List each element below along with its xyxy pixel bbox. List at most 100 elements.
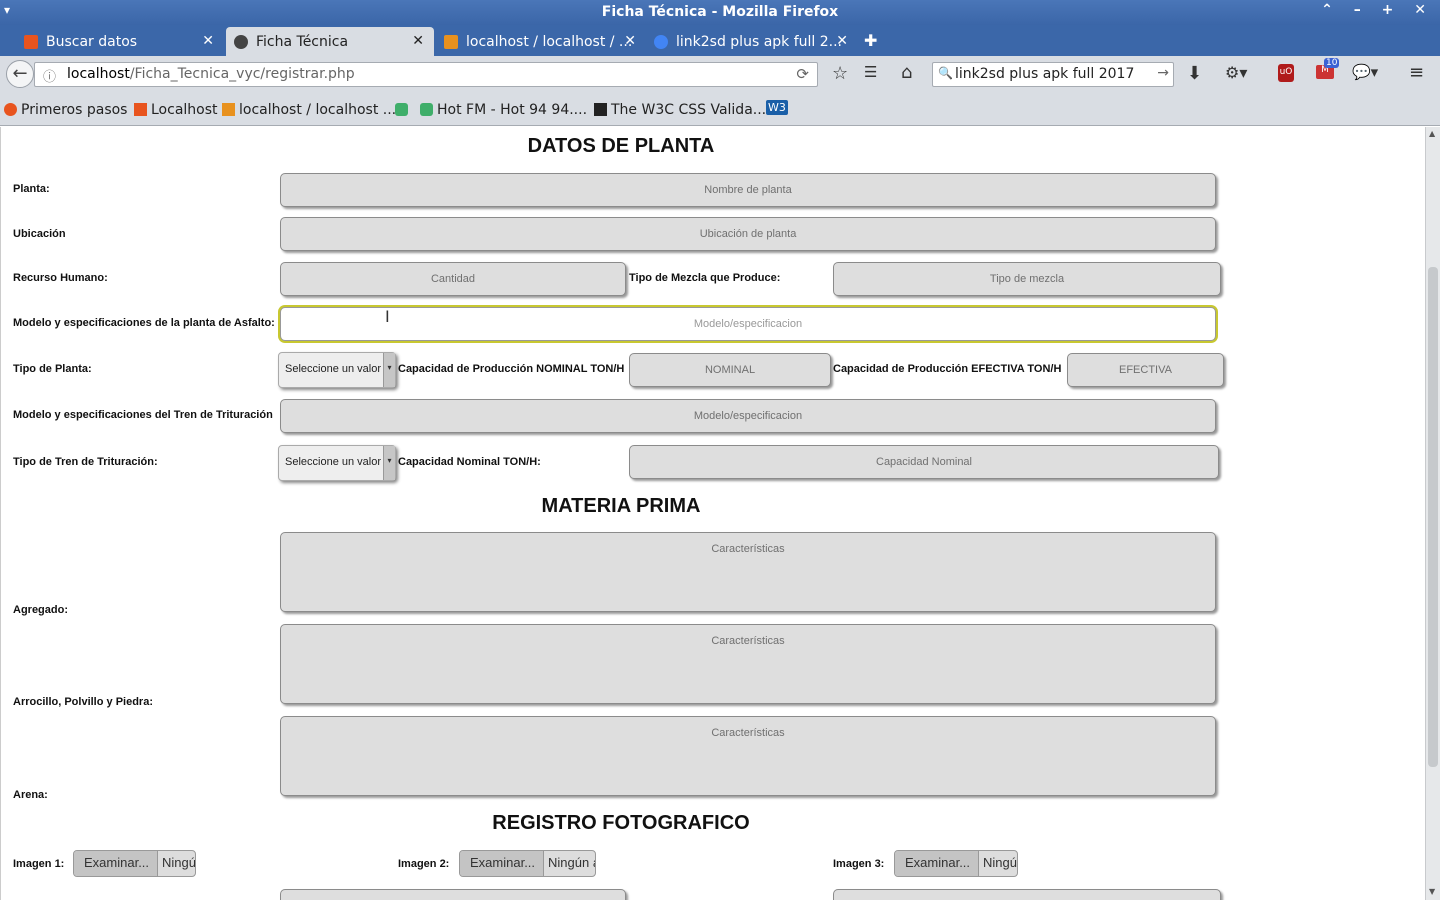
section-materia-prima: MATERIA PRIMA [541,495,701,517]
efectiva-input[interactable]: EFECTIVA [1067,353,1224,387]
google-icon [654,35,668,49]
home-icon[interactable]: ⌂ [901,62,912,83]
examinar-button[interactable]: Examinar... [74,851,159,876]
url-host: localhost [67,66,130,82]
back-button[interactable]: ← [6,60,34,88]
cap-nominal-input[interactable]: Capacidad Nominal [629,445,1219,479]
url-path: /Ficha_Tecnica_vyc/registrar.php [129,66,355,82]
select-value: Seleccione un valor [285,456,382,468]
search-go-icon[interactable]: → [1157,65,1169,81]
recurso-humano-input[interactable]: Cantidad [280,262,626,296]
ublock-icon[interactable]: uO [1278,64,1294,82]
close-icon[interactable]: ✕ [202,33,214,49]
bookmark-label: localhost / localhost ... [239,102,397,118]
examinar-button[interactable]: Examinar... [460,851,545,876]
imagen1-file-input[interactable]: Examinar... Ningú [73,850,196,877]
w3c-icon [594,103,607,116]
select-value: Seleccione un valor [285,363,382,375]
bookmarks-toolbar: Primeros pasos Localhost localhost / loc… [0,94,1440,126]
efectiva-label: Capacidad de Producción EFECTIVA TON/H [833,363,1062,375]
url-bar[interactable]: ⓘ localhost/Ficha_Tecnica_vyc/registrar.… [34,62,818,87]
imagen2-file-input[interactable]: Examinar... Ningún a [459,850,596,877]
file-name: Ningú [983,855,1017,870]
navigation-toolbar: ← ⓘ localhost/Ficha_Tecnica_vyc/registra… [0,56,1440,94]
bookmark-label: Hot FM - Hot 94 94.... [437,102,588,118]
agregado-textarea[interactable]: Características [280,532,1216,612]
vertical-scrollbar[interactable]: ▲ ▼ [1425,127,1440,900]
ubicacion-input[interactable]: Ubicación de planta [280,217,1216,251]
partial-input-right[interactable] [833,889,1221,900]
ubicacion-label: Ubicación [13,228,66,240]
text-cursor-icon: I [385,307,390,326]
imagen2-label: Imagen 2: [398,858,450,870]
partial-input-left[interactable] [280,889,626,900]
tab-google-search[interactable]: link2sd plus apk full 2... ✕ [648,27,858,56]
bookmark-phpmyadmin[interactable]: localhost / localhost ... [222,102,396,118]
recurso-humano-label: Recurso Humano: [13,272,108,284]
tipo-tren-select[interactable]: Seleccione un valor ▾ [278,445,396,481]
scroll-down-icon[interactable]: ▼ [1429,887,1435,896]
planta-input[interactable]: Nombre de planta [280,173,1216,207]
bookmark-w3c-validator[interactable]: The W3C CSS Valida... [594,102,766,118]
xampp-icon [24,35,38,49]
scroll-up-icon[interactable]: ▲ [1429,129,1435,138]
reader-list-icon[interactable]: ☰ [864,63,877,81]
bookmark-hot-fm[interactable]: Hot FM - Hot 94 94.... [420,102,587,118]
tab-label: Buscar datos [46,34,138,50]
window-titlebar: ▾ Ficha Técnica - Mozilla Firefox ⌃ – + … [0,0,1440,25]
window-controls[interactable]: ⌃ – + ✕ [1321,2,1434,18]
arrocillo-label: Arrocillo, Polvillo y Piedra: [13,696,153,708]
scrollbar-thumb[interactable] [1428,267,1438,767]
new-tab-button[interactable]: ✚ [864,31,877,50]
section-datos-planta: DATOS DE PLANTA [527,135,715,157]
tab-ficha-tecnica[interactable]: Ficha Técnica ✕ [226,27,434,56]
close-icon[interactable]: ✕ [836,33,848,49]
nominal-label: Capacidad de Producción NOMINAL TON/H [398,363,625,375]
bookmark-primeros-pasos[interactable]: Primeros pasos [4,102,127,118]
imagen3-label: Imagen 3: [833,858,885,870]
bookmark-plus[interactable] [395,102,412,118]
arrocillo-textarea[interactable]: Características [280,624,1216,704]
bookmark-w3-icon[interactable]: W3 [766,100,788,115]
close-icon[interactable]: ✕ [624,33,636,49]
tipo-planta-select[interactable]: Seleccione un valor ▾ [278,352,396,388]
bookmark-localhost[interactable]: Localhost [134,102,218,118]
arena-textarea[interactable]: Características [280,716,1216,796]
gear-icon[interactable]: ⚙▾ [1225,63,1247,82]
bookmark-label: The W3C CSS Valida... [611,102,767,118]
search-bar[interactable]: 🔍 link2sd plus apk full 2017 → [932,62,1174,87]
imagen3-file-input[interactable]: Examinar... Ningú [894,850,1018,877]
tipo-tren-label: Tipo de Tren de Trituración: [13,456,158,468]
notification-badge: 10 [1324,58,1340,68]
file-name: Ningún a [548,855,596,870]
download-icon[interactable]: ⬇ [1187,63,1202,84]
bookmark-label: Primeros pasos [21,102,128,118]
search-value: link2sd plus apk full 2017 [955,66,1135,82]
chevron-down-icon: ▾ [383,446,395,480]
arena-label: Arena: [13,789,48,801]
tab-phpmyadmin[interactable]: localhost / localhost / ... ✕ [436,27,646,56]
tipo-mezcla-label: Tipo de Mezcla que Produce: [629,272,781,284]
examinar-button[interactable]: Examinar... [895,851,980,876]
close-icon[interactable]: ✕ [412,33,424,49]
imagen1-label: Imagen 1: [13,858,65,870]
phpmyadmin-icon [444,35,458,49]
page-icon [234,35,248,49]
page-content: DATOS DE PLANTA Planta: Nombre de planta… [0,127,1425,900]
bookmark-star-icon[interactable]: ☆ [832,63,848,84]
tipo-mezcla-input[interactable]: Tipo de mezcla [833,262,1221,296]
modelo-asfalto-label: Modelo y especificaciones de la planta d… [13,317,275,329]
tab-buscar-datos[interactable]: Buscar datos ✕ [0,27,224,56]
nominal-input[interactable]: NOMINAL [629,353,831,387]
info-icon[interactable]: ⓘ [43,66,56,85]
tab-label: localhost / localhost / ... [466,34,633,50]
tab-strip: Buscar datos ✕ Ficha Técnica ✕ localhost… [0,25,1440,56]
firefox-icon [4,103,17,116]
reload-icon[interactable]: ⟳ [796,65,809,83]
hamburger-menu-icon[interactable]: ≡ [1409,62,1424,83]
modelo-asfalto-input[interactable]: Modelo/especificacion [280,307,1216,341]
chat-icon[interactable]: 💬▾ [1352,63,1378,81]
section-registro-fotografico: REGISTRO FOTOGRAFICO [492,812,750,834]
tipo-planta-label: Tipo de Planta: [13,363,92,375]
modelo-tren-input[interactable]: Modelo/especificacion [280,399,1216,433]
